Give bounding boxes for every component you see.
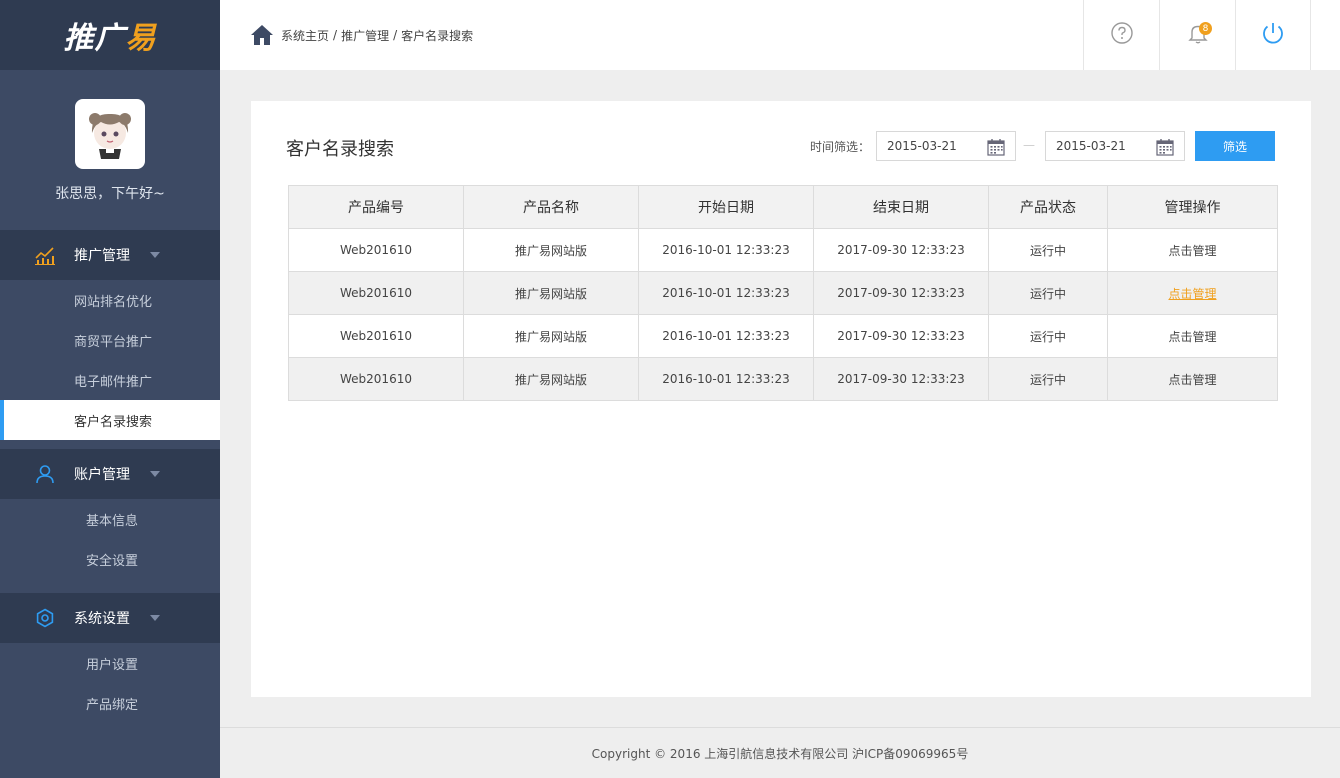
nav-group-label: 系统设置 <box>74 611 130 627</box>
sidebar-item-product-binding[interactable]: 产品绑定 <box>0 683 220 723</box>
product-id-cell: Web201610 <box>288 228 464 272</box>
start-date-cell: 2016-10-01 12:33:23 <box>638 271 814 315</box>
content-panel: 客户名录搜索 时间筛选： 2015-03-21 — 2015-03-21 筛选 … <box>251 101 1311 697</box>
copyright-text: Copyright © 2016 上海引航信息技术有限公司 沪ICP备09069… <box>591 746 969 761</box>
manage-link[interactable]: 点击管理 <box>1168 373 1216 387</box>
product-name-cell: 推广易网站版 <box>463 228 639 272</box>
top-header: 系统主页 / 推广管理 / 客户名录搜索 8 <box>220 0 1340 70</box>
home-icon[interactable] <box>250 23 274 47</box>
sidebar-item-site-ranking[interactable]: 网站排名优化 <box>0 280 220 320</box>
footer: Copyright © 2016 上海引航信息技术有限公司 沪ICP备09069… <box>220 727 1340 778</box>
chevron-down-icon <box>150 471 160 477</box>
user-icon <box>34 463 56 485</box>
start-date-cell: 2016-10-01 12:33:23 <box>638 357 814 401</box>
table-header-row: 产品编号 产品名称 开始日期 结束日期 产品状态 管理操作 <box>288 185 1278 229</box>
column-header: 管理操作 <box>1107 185 1278 229</box>
action-cell: 点击管理 <box>1107 314 1278 358</box>
end-date-cell: 2017-09-30 12:33:23 <box>813 271 989 315</box>
end-date-cell: 2017-09-30 12:33:23 <box>813 228 989 272</box>
table-row: Web201610 推广易网站版 2016-10-01 12:33:23 201… <box>288 357 1278 401</box>
filter-button[interactable]: 筛选 <box>1195 131 1275 161</box>
breadcrumb-item-home[interactable]: 系统主页 <box>281 27 329 44</box>
notifications-button[interactable]: 8 <box>1159 0 1235 70</box>
nav-group-account[interactable]: 账户管理 <box>0 449 220 499</box>
time-filter-label: 时间筛选： <box>810 140 871 154</box>
column-header: 产品状态 <box>988 185 1108 229</box>
start-date-cell: 2016-10-01 12:33:23 <box>638 228 814 272</box>
manage-link[interactable]: 点击管理 <box>1168 244 1216 258</box>
user-profile: 张思思，下午好~ <box>0 70 220 230</box>
header-actions: 8 <box>1083 0 1311 70</box>
calendar-icon[interactable] <box>1156 138 1174 159</box>
start-date-cell: 2016-10-01 12:33:23 <box>638 314 814 358</box>
table-row: Web201610 推广易网站版 2016-10-01 12:33:23 201… <box>288 314 1278 358</box>
product-name-cell: 推广易网站版 <box>463 271 639 315</box>
date-from-value: 2015-03-21 <box>887 139 957 153</box>
date-to-input[interactable]: 2015-03-21 <box>1045 131 1185 161</box>
end-date-cell: 2017-09-30 12:33:23 <box>813 357 989 401</box>
logo-bar: 推广易 <box>0 0 220 70</box>
sidebar-item-customer-search[interactable]: 客户名录搜索 <box>0 400 220 440</box>
nav-group-label: 账户管理 <box>74 467 130 483</box>
product-id-cell: Web201610 <box>288 271 464 315</box>
status-cell: 运行中 <box>988 271 1108 315</box>
customer-table: 产品编号 产品名称 开始日期 结束日期 产品状态 管理操作 Web201610 … <box>288 185 1278 401</box>
column-header: 结束日期 <box>813 185 989 229</box>
end-date-cell: 2017-09-30 12:33:23 <box>813 314 989 358</box>
breadcrumb: 系统主页 / 推广管理 / 客户名录搜索 <box>250 23 473 47</box>
sidebar-item-trade-platform[interactable]: 商贸平台推广 <box>0 320 220 360</box>
greeting-text: 张思思，下午好~ <box>55 186 165 202</box>
column-header: 产品编号 <box>288 185 464 229</box>
logout-button[interactable] <box>1235 0 1311 70</box>
manage-link[interactable]: 点击管理 <box>1168 330 1216 344</box>
app-logo[interactable]: 推广易 <box>64 13 157 57</box>
sidebar-item-basic-info[interactable]: 基本信息 <box>0 499 220 539</box>
action-cell: 点击管理 <box>1107 228 1278 272</box>
help-icon <box>1110 21 1134 49</box>
breadcrumb-separator: / <box>393 28 398 42</box>
table-row: Web201610 推广易网站版 2016-10-01 12:33:23 201… <box>288 271 1278 315</box>
status-cell: 运行中 <box>988 357 1108 401</box>
column-header: 产品名称 <box>463 185 639 229</box>
manage-link[interactable]: 点击管理 <box>1168 287 1216 301</box>
page-title: 客户名录搜索 <box>286 139 394 160</box>
nav-group-promotion[interactable]: 推广管理 <box>0 230 220 280</box>
column-header: 开始日期 <box>638 185 814 229</box>
nav-group-label: 推广管理 <box>74 248 130 264</box>
sidebar-item-security[interactable]: 安全设置 <box>0 539 220 579</box>
sidebar-item-email-promotion[interactable]: 电子邮件推广 <box>0 360 220 400</box>
date-from-input[interactable]: 2015-03-21 <box>876 131 1016 161</box>
breadcrumb-item-promotion[interactable]: 推广管理 <box>341 27 389 44</box>
power-icon <box>1260 20 1286 50</box>
action-cell: 点击管理 <box>1107 271 1278 315</box>
chevron-down-icon <box>150 615 160 621</box>
product-id-cell: Web201610 <box>288 357 464 401</box>
gear-icon <box>34 607 56 629</box>
date-to-value: 2015-03-21 <box>1056 139 1126 153</box>
nav-group-system[interactable]: 系统设置 <box>0 593 220 643</box>
chevron-down-icon <box>150 252 160 258</box>
table-row: Web201610 推广易网站版 2016-10-01 12:33:23 201… <box>288 228 1278 272</box>
date-range-dash: — <box>1023 138 1035 152</box>
product-name-cell: 推广易网站版 <box>463 314 639 358</box>
product-id-cell: Web201610 <box>288 314 464 358</box>
status-cell: 运行中 <box>988 314 1108 358</box>
sidebar-item-user-settings[interactable]: 用户设置 <box>0 643 220 683</box>
action-cell: 点击管理 <box>1107 357 1278 401</box>
help-button[interactable] <box>1083 0 1159 70</box>
breadcrumb-item-current: 客户名录搜索 <box>401 28 474 43</box>
sidebar: 推广易 张思思，下午好~ 推广管理 网站排名优化 商贸平台推广 电子邮件推广 客… <box>0 0 220 778</box>
product-name-cell: 推广易网站版 <box>463 357 639 401</box>
breadcrumb-separator: / <box>333 28 338 42</box>
calendar-icon[interactable] <box>987 138 1005 159</box>
chart-icon <box>34 244 56 266</box>
notification-badge: 8 <box>1199 22 1212 35</box>
status-cell: 运行中 <box>988 228 1108 272</box>
avatar[interactable] <box>75 99 145 169</box>
